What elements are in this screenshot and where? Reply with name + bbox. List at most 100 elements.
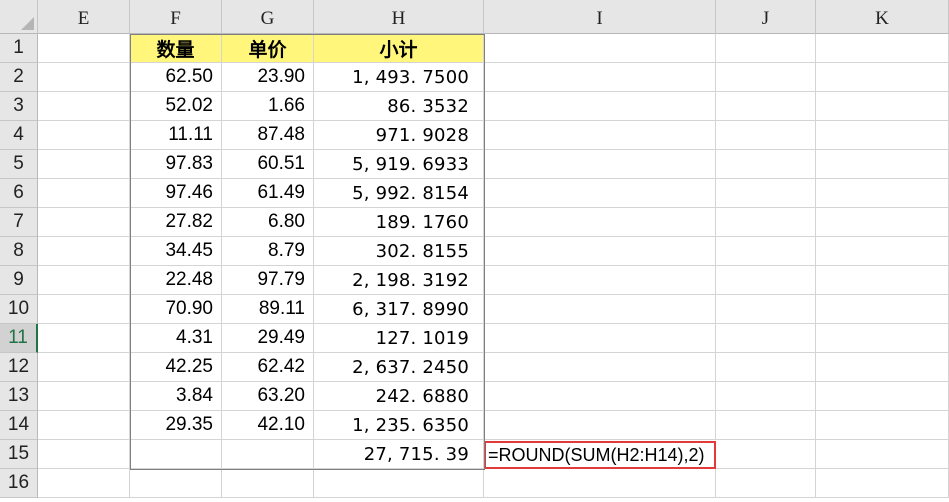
cell-e3[interactable]	[38, 92, 130, 121]
price-cell[interactable]: 97.79	[222, 266, 314, 295]
cell-e8[interactable]	[38, 237, 130, 266]
qty-cell[interactable]: 29.35	[130, 411, 222, 440]
subtotal-cell[interactable]: 5, 992. 8154	[314, 179, 484, 208]
cell-i5[interactable]	[484, 150, 716, 179]
price-cell[interactable]: 87.48	[222, 121, 314, 150]
cell-k5[interactable]	[816, 150, 949, 179]
header-price-cell[interactable]: 单价	[222, 34, 314, 63]
row-header-14[interactable]: 14	[0, 411, 38, 440]
subtotal-cell[interactable]: 86. 3532	[314, 92, 484, 121]
cell-k10[interactable]	[816, 295, 949, 324]
cell-k14[interactable]	[816, 411, 949, 440]
cell-i10[interactable]	[484, 295, 716, 324]
price-cell[interactable]: 6.80	[222, 208, 314, 237]
column-header-e[interactable]: E	[38, 0, 130, 34]
qty-cell[interactable]: 4.31	[130, 324, 222, 353]
cell-k8[interactable]	[816, 237, 949, 266]
column-header-g[interactable]: G	[222, 0, 314, 34]
subtotal-cell[interactable]: 2, 198. 3192	[314, 266, 484, 295]
subtotal-cell[interactable]: 242. 6880	[314, 382, 484, 411]
qty-cell[interactable]: 97.46	[130, 179, 222, 208]
price-cell[interactable]: 8.79	[222, 237, 314, 266]
price-cell[interactable]: 60.51	[222, 150, 314, 179]
cell-g15[interactable]	[222, 440, 314, 469]
cell-e10[interactable]	[38, 295, 130, 324]
row-header-10[interactable]: 10	[0, 295, 38, 324]
select-all-corner[interactable]	[0, 0, 38, 34]
cell-e14[interactable]	[38, 411, 130, 440]
cell-i8[interactable]	[484, 237, 716, 266]
row-header-16[interactable]: 16	[0, 469, 38, 498]
cell-j6[interactable]	[716, 179, 816, 208]
cell-e1[interactable]	[38, 34, 130, 63]
cell-i16[interactable]	[484, 469, 716, 498]
column-header-k[interactable]: K	[816, 0, 949, 34]
cell-k3[interactable]	[816, 92, 949, 121]
cell-e7[interactable]	[38, 208, 130, 237]
cell-e2[interactable]	[38, 63, 130, 92]
row-header-7[interactable]: 7	[0, 208, 38, 237]
formula-cell[interactable]: =ROUND(SUM(H2:H14),2)	[484, 441, 716, 469]
price-cell[interactable]: 23.90	[222, 63, 314, 92]
subtotal-cell[interactable]: 1, 493. 7500	[314, 63, 484, 92]
subtotal-cell[interactable]: 971. 9028	[314, 121, 484, 150]
cell-f16[interactable]	[130, 469, 222, 498]
cell-j11[interactable]	[716, 324, 816, 353]
qty-cell[interactable]: 11.11	[130, 121, 222, 150]
subtotal-cell[interactable]: 1, 235. 6350	[314, 411, 484, 440]
qty-cell[interactable]: 52.02	[130, 92, 222, 121]
price-cell[interactable]: 1.66	[222, 92, 314, 121]
cell-i7[interactable]	[484, 208, 716, 237]
cell-e16[interactable]	[38, 469, 130, 498]
cell-i12[interactable]	[484, 353, 716, 382]
cell-k9[interactable]	[816, 266, 949, 295]
subtotal-cell[interactable]: 302. 8155	[314, 237, 484, 266]
cell-i9[interactable]	[484, 266, 716, 295]
header-qty-cell[interactable]: 数量	[130, 34, 222, 63]
row-header-1[interactable]: 1	[0, 34, 38, 63]
cell-j2[interactable]	[716, 63, 816, 92]
cell-k7[interactable]	[816, 208, 949, 237]
row-header-3[interactable]: 3	[0, 92, 38, 121]
row-header-13[interactable]: 13	[0, 382, 38, 411]
cell-i1[interactable]	[484, 34, 716, 63]
cell-i11[interactable]	[484, 324, 716, 353]
cell-j14[interactable]	[716, 411, 816, 440]
total-cell[interactable]: 27, 715. 39	[314, 440, 484, 469]
cell-e5[interactable]	[38, 150, 130, 179]
cell-i2[interactable]	[484, 63, 716, 92]
cell-j15[interactable]	[716, 440, 816, 469]
price-cell[interactable]: 42.10	[222, 411, 314, 440]
qty-cell[interactable]: 27.82	[130, 208, 222, 237]
qty-cell[interactable]: 22.48	[130, 266, 222, 295]
row-header-9[interactable]: 9	[0, 266, 38, 295]
cell-e13[interactable]	[38, 382, 130, 411]
spreadsheet-grid[interactable]: E F G H I J K 1 数量 单价 小计 2 62.50 23.90 1, 493. 7500 3 52…	[0, 0, 949, 502]
qty-cell[interactable]: 3.84	[130, 382, 222, 411]
price-cell[interactable]: 63.20	[222, 382, 314, 411]
row-header-11[interactable]: 11	[0, 324, 38, 353]
price-cell[interactable]: 61.49	[222, 179, 314, 208]
cell-k2[interactable]	[816, 63, 949, 92]
row-header-15[interactable]: 15	[0, 440, 38, 469]
row-header-5[interactable]: 5	[0, 150, 38, 179]
cell-i3[interactable]	[484, 92, 716, 121]
cell-e9[interactable]	[38, 266, 130, 295]
cell-k16[interactable]	[816, 469, 949, 498]
cell-k13[interactable]	[816, 382, 949, 411]
qty-cell[interactable]: 62.50	[130, 63, 222, 92]
cell-e15[interactable]	[38, 440, 130, 469]
price-cell[interactable]: 62.42	[222, 353, 314, 382]
subtotal-cell[interactable]: 5, 919. 6933	[314, 150, 484, 179]
cell-g16[interactable]	[222, 469, 314, 498]
column-header-h[interactable]: H	[314, 0, 484, 34]
subtotal-cell[interactable]: 189. 1760	[314, 208, 484, 237]
cell-j7[interactable]	[716, 208, 816, 237]
subtotal-cell[interactable]: 6, 317. 8990	[314, 295, 484, 324]
price-cell[interactable]: 29.49	[222, 324, 314, 353]
cell-i4[interactable]	[484, 121, 716, 150]
row-header-8[interactable]: 8	[0, 237, 38, 266]
cell-f15[interactable]	[130, 440, 222, 469]
qty-cell[interactable]: 42.25	[130, 353, 222, 382]
cell-e11[interactable]	[38, 324, 130, 353]
